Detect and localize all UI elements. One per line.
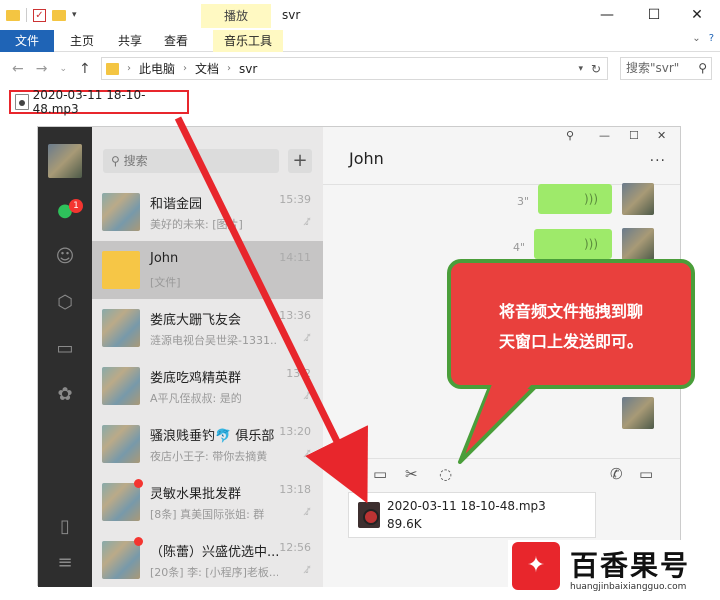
brand-name: 百香果号 <box>570 549 691 582</box>
callout-tail-cover <box>466 379 537 452</box>
watermark: ✦ 百香果号 huangjinbaixiangguo.com <box>508 540 718 598</box>
brand-logo: ✦ <box>512 542 560 590</box>
brand-url: huangjinbaixiangguo.com <box>570 582 687 592</box>
